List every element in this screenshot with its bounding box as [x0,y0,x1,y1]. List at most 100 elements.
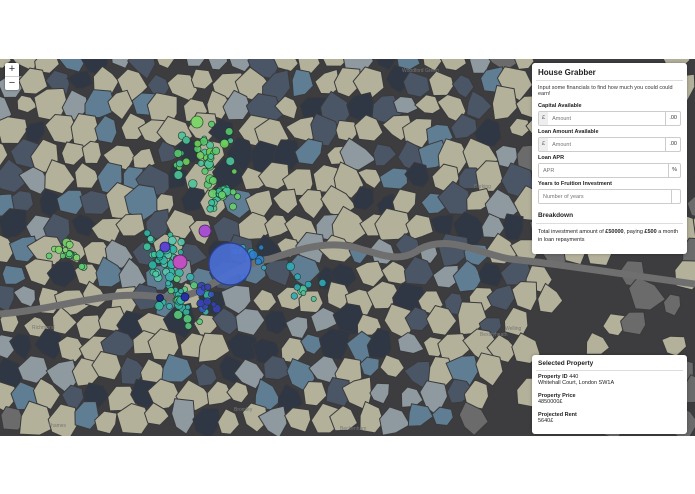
property-marker[interactable] [225,156,235,166]
rent-label: Projected Rent [538,412,577,418]
property-marker[interactable] [197,159,205,167]
property-marker[interactable] [231,168,238,175]
property-marker[interactable] [182,136,191,145]
price-label: Property Price [538,393,576,399]
property-marker[interactable] [293,283,301,291]
property-marker[interactable] [78,263,85,270]
property-marker[interactable] [143,242,152,251]
map-label: Welling [505,326,522,332]
property-marker[interactable] [182,157,191,166]
selected-title: Selected Property [538,360,594,367]
map-label: Beckenham [340,426,367,432]
property-marker[interactable] [258,244,265,251]
property-marker[interactable] [310,295,317,302]
property-marker[interactable] [188,179,198,189]
property-marker[interactable] [318,278,327,287]
property-marker[interactable] [285,262,295,272]
property-marker[interactable] [173,310,183,320]
property-marker[interactable] [204,283,212,291]
property-marker[interactable] [290,292,298,300]
decimal-suffix: .00 [665,112,680,125]
property-marker[interactable] [229,202,237,211]
property-marker[interactable] [201,167,209,175]
years-suffix [671,190,680,203]
property-marker[interactable] [186,273,195,282]
property-marker[interactable] [208,199,216,207]
property-marker[interactable] [261,264,267,271]
property-marker[interactable] [143,229,151,237]
property-marker[interactable] [154,301,164,311]
property-marker[interactable] [152,270,160,278]
property-marker[interactable] [45,252,53,260]
property-marker[interactable] [225,127,234,136]
property-marker[interactable] [184,322,193,330]
property-marker[interactable] [212,146,221,155]
apr-input[interactable] [539,164,669,177]
zoom-control: + − [5,63,19,90]
property-marker[interactable] [208,291,215,298]
property-marker[interactable] [218,190,227,199]
property-marker[interactable] [196,151,205,160]
selected-property-marker[interactable] [208,242,252,286]
price-value: 4850000£ [538,399,563,405]
property-marker[interactable] [177,238,186,246]
capital-input[interactable] [548,112,666,125]
property-marker[interactable] [300,290,307,296]
property-marker[interactable] [177,249,184,256]
property-address: Whitehall Court, London SW1A [538,380,615,386]
years-input-group [538,189,681,204]
property-marker[interactable] [72,254,81,262]
zoom-out-button[interactable]: − [5,76,19,90]
property-marker[interactable] [185,304,191,310]
property-marker[interactable] [147,235,155,243]
property-marker[interactable] [183,314,193,324]
property-marker[interactable] [167,236,177,245]
property-marker[interactable] [190,115,204,129]
property-marker[interactable] [193,139,202,148]
property-marker[interactable] [190,281,198,290]
property-marker[interactable] [234,193,241,200]
property-marker[interactable] [180,292,190,302]
property-marker[interactable] [148,260,157,270]
property-marker[interactable] [207,153,215,160]
property-marker[interactable] [254,258,262,266]
panel-title: House Grabber [538,68,596,77]
property-marker[interactable] [173,149,183,158]
years-input[interactable] [539,190,672,203]
property-marker[interactable] [178,288,184,294]
property-marker[interactable] [167,287,175,295]
property-marker[interactable] [59,253,66,260]
property-marker[interactable] [196,318,203,325]
zoom-in-button[interactable]: + [5,63,19,76]
property-marker[interactable] [219,138,230,149]
property-marker[interactable] [209,176,218,185]
currency-prefix: £ [539,138,549,151]
property-marker[interactable] [304,280,313,289]
property-marker[interactable] [62,247,69,254]
property-marker[interactable] [294,273,301,281]
property-marker[interactable] [65,240,74,249]
decimal-suffix: .00 [665,138,680,151]
property-marker[interactable] [176,159,184,168]
property-marker[interactable] [172,254,188,270]
breakdown-amount: £50000 [605,229,624,235]
currency-prefix: £ [539,112,549,125]
property-marker[interactable] [165,272,175,282]
property-marker[interactable] [173,170,184,180]
property-marker[interactable] [210,301,217,308]
capital-input-group: £ .00 [538,111,681,126]
property-marker[interactable] [173,275,181,283]
property-marker[interactable] [54,245,63,254]
capital-label: Capital Available [538,103,582,109]
map-label: Thames [48,423,67,429]
property-marker[interactable] [166,303,173,310]
property-marker[interactable] [159,241,171,253]
property-marker[interactable] [165,280,172,287]
property-marker[interactable] [203,297,212,306]
property-marker[interactable] [156,294,164,302]
breakdown-pre: Total investment amount of [538,229,606,235]
property-marker[interactable] [198,224,212,238]
loan-input[interactable] [548,138,666,151]
property-marker[interactable] [208,120,215,128]
property-marker[interactable] [229,188,237,196]
